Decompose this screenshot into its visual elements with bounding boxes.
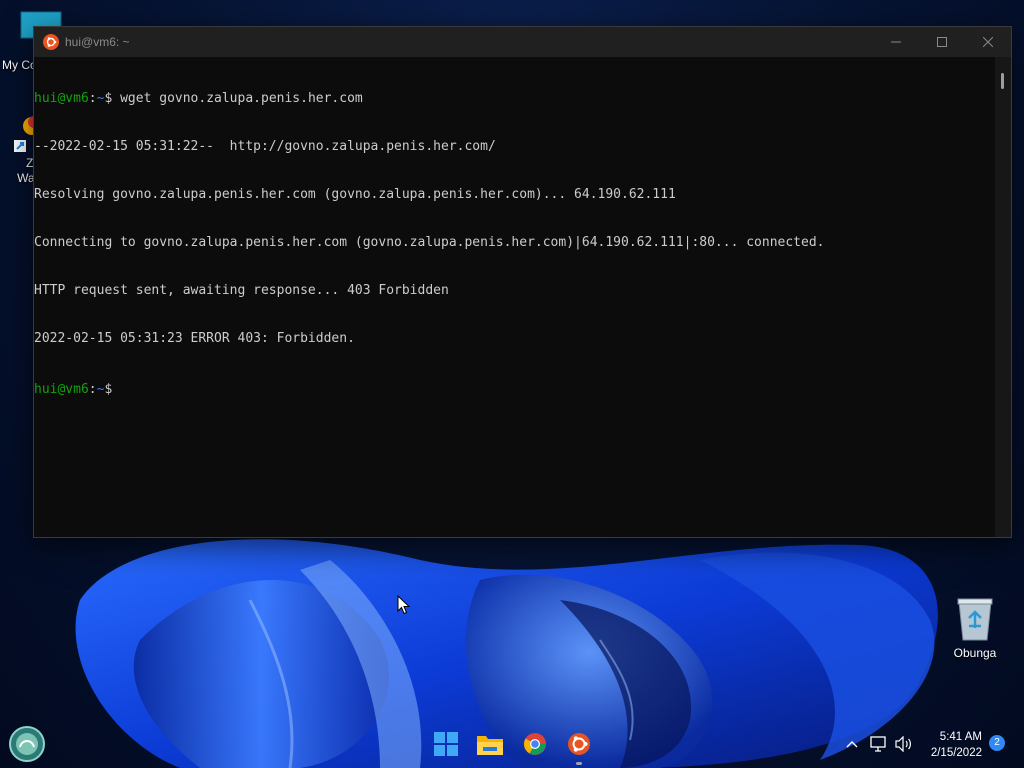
minimize-icon [891, 41, 901, 43]
volume-button[interactable] [894, 734, 914, 754]
prompt-separator: : [88, 91, 97, 106]
recycle-bin-icon [957, 598, 993, 641]
terminal-output-line: Resolving govno.zalupa.penis.her.com (go… [34, 187, 676, 202]
text-cursor [112, 379, 120, 393]
taskbar-start-button[interactable] [426, 728, 466, 760]
prompt-symbol: $ [104, 382, 113, 397]
taskbar-chrome[interactable] [515, 728, 555, 760]
desktop-icon-label: Obunga [953, 646, 997, 660]
maximize-icon [937, 37, 947, 47]
desktop-icon-recycle-bin[interactable]: Obunga [944, 596, 1006, 661]
mouse-pointer-icon [397, 595, 411, 615]
prompt-user: hui@vm6 [34, 91, 89, 106]
terminal-output-line: 2022-02-15 05:31:23 ERROR 403: Forbidden… [34, 331, 355, 346]
terminal-prompt-line[interactable]: hui@vm6:~$ [34, 379, 995, 397]
terminal-output[interactable]: hui@vm6:~$ wget govno.zalupa.penis.her.c… [34, 57, 995, 537]
maximize-button[interactable] [919, 27, 965, 57]
ubuntu-icon [43, 34, 59, 50]
terminal-window[interactable]: hui@vm6: ~ hui@vm6:~$ wget govno.zalupa.… [33, 26, 1012, 538]
ubuntu-terminal-icon [568, 733, 590, 755]
command-text: wget govno.zalupa.penis.her.com [112, 91, 363, 106]
running-indicator [576, 762, 582, 765]
terminal-output-line: Connecting to govno.zalupa.penis.her.com… [34, 235, 825, 250]
network-icon [870, 736, 886, 752]
chevron-up-icon [846, 741, 858, 748]
taskbar-ubuntu-terminal[interactable] [559, 728, 599, 765]
taskbar: 5:41 AM 2/15/2022 2 [0, 720, 1024, 768]
window-titlebar[interactable]: hui@vm6: ~ [34, 27, 1011, 57]
terminal-output-line: --2022-02-15 05:31:22-- http://govno.zal… [34, 139, 496, 154]
close-button[interactable] [965, 27, 1011, 57]
prompt-separator: : [88, 382, 97, 397]
start-icon [434, 732, 458, 756]
terminal-command-line: hui@vm6:~$ wget govno.zalupa.penis.her.c… [34, 91, 995, 107]
terminal-scrollbar[interactable] [995, 57, 1011, 537]
chrome-icon [524, 733, 546, 755]
window-title: hui@vm6: ~ [65, 35, 130, 49]
taskbar-clock[interactable]: 5:41 AM 2/15/2022 [931, 729, 982, 761]
close-icon [983, 37, 993, 47]
scrollbar-thumb[interactable] [1001, 73, 1004, 89]
minimize-button[interactable] [873, 27, 919, 57]
taskbar-file-explorer[interactable] [470, 728, 510, 760]
terminal-output-line: HTTP request sent, awaiting response... … [34, 283, 449, 298]
notification-badge[interactable]: 2 [989, 735, 1005, 751]
prompt-user: hui@vm6 [34, 382, 89, 397]
network-button[interactable] [869, 734, 889, 754]
show-hidden-icons-button[interactable] [842, 734, 862, 754]
shell-start-orb-icon [9, 726, 45, 762]
volume-icon [895, 736, 911, 752]
widgets-button[interactable] [6, 723, 48, 765]
file-explorer-icon [477, 736, 503, 755]
clock-date: 2/15/2022 [930, 747, 982, 759]
clock-time: 5:41 AM [939, 731, 982, 743]
